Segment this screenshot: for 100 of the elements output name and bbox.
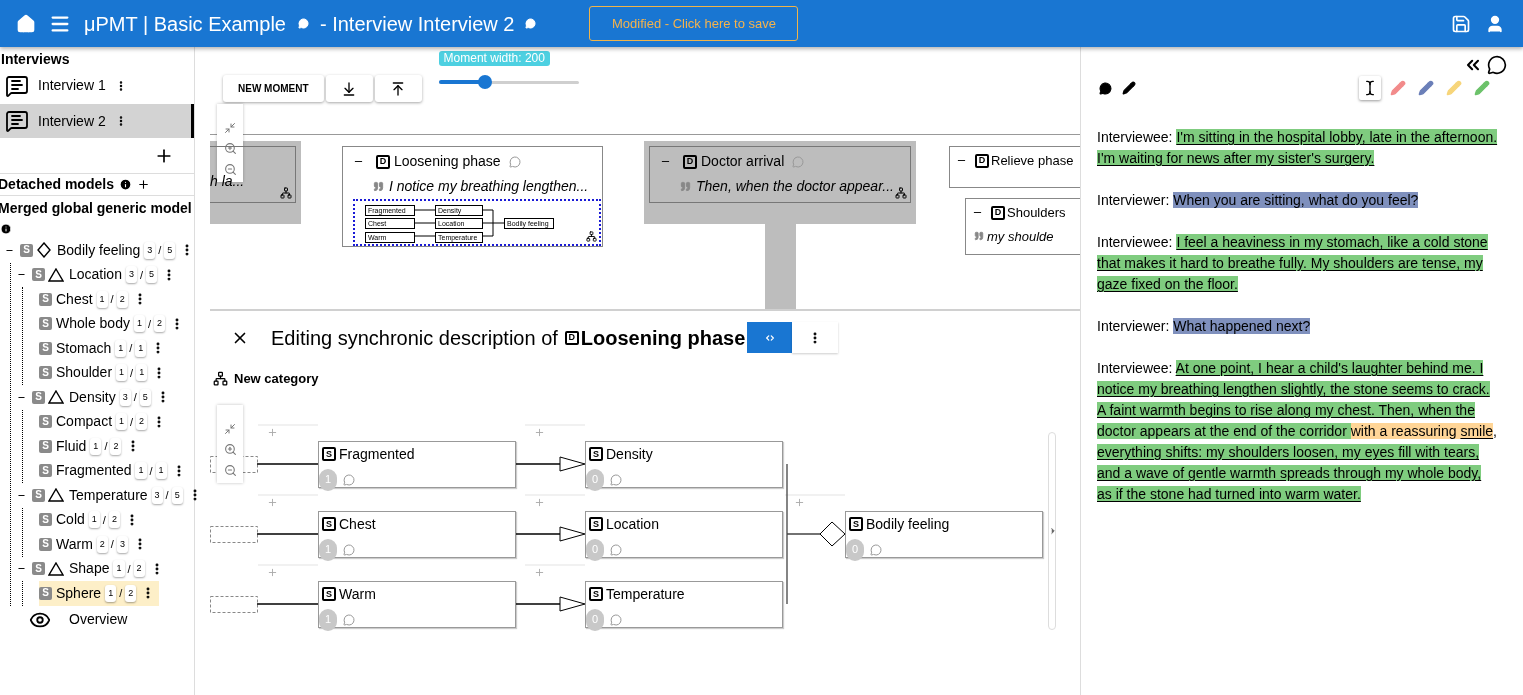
type-badge: S: [32, 562, 45, 576]
moment-quote: Then, when the doctor appear...: [696, 177, 894, 196]
tree-item[interactable]: S Whole body 1 / 2: [39, 311, 189, 336]
slider-thumb[interactable]: [477, 75, 492, 89]
type-badge: S: [20, 243, 33, 257]
hierarchy-icon[interactable]: [586, 231, 597, 242]
info-icon[interactable]: [0, 223, 12, 235]
tree-item[interactable]: S Fragmented 1 / 1: [39, 458, 190, 483]
zoom-out-icon[interactable]: [223, 163, 237, 176]
count-separator: /: [102, 512, 106, 528]
count-badge: 1: [133, 315, 145, 333]
count-separator: /: [130, 414, 134, 430]
hierarchy-icon[interactable]: [895, 187, 907, 199]
overview-link[interactable]: Overview: [0, 608, 194, 631]
count-badge: 1: [135, 462, 147, 480]
tree-label: Whole body: [56, 314, 130, 334]
tree-item[interactable]: S Temperature 3 / 5: [17, 483, 206, 508]
count-separator: /: [104, 439, 108, 454]
type-badge: S: [39, 586, 52, 600]
count-badge: 1: [116, 413, 128, 431]
tree-item[interactable]: S Fluid 1 / 2: [39, 434, 145, 459]
tree-item[interactable]: S Density 3 / 5: [17, 385, 174, 410]
tree-item[interactable]: S Shoulder 1 / 1: [39, 360, 171, 385]
comment-icon[interactable]: [1099, 81, 1112, 95]
app-title: μPMT | Basic Example: [84, 11, 286, 37]
count-badge: 2: [125, 584, 137, 602]
new-category-button[interactable]: New category: [213, 369, 319, 389]
text-cursor-tool[interactable]: [1359, 76, 1381, 100]
tree-label: Stomach: [56, 338, 112, 358]
count-badge: 1: [135, 339, 147, 357]
hierarchy-icon[interactable]: [280, 187, 292, 199]
count-separator: /: [158, 243, 162, 258]
chat-icon: [5, 73, 29, 98]
quote-icon: [373, 181, 384, 192]
edit-icon[interactable]: [1122, 81, 1136, 95]
count-badge: 3: [125, 266, 137, 284]
count-separator: /: [139, 267, 143, 283]
count-badge: 5: [164, 241, 176, 259]
fit-icon[interactable]: [224, 122, 236, 134]
tree-label: Bodily feeling: [57, 240, 141, 260]
moment-badge: D: [376, 154, 390, 169]
fit-icon[interactable]: [224, 422, 236, 435]
expand-icon[interactable]: [1048, 525, 1058, 536]
interview-item[interactable]: Interview 1: [0, 69, 194, 102]
count-badge: 2: [116, 290, 128, 308]
tree-label: Temperature: [69, 485, 148, 505]
type-badge: S: [39, 537, 52, 551]
zoom-out-icon[interactable]: [223, 463, 237, 477]
moment-card[interactable]: D Doctor arrival Then, when the doctor appear...: [649, 146, 911, 203]
transcript-paragraph: Interviewee: I'm sitting in the hospital lobby, late in the afternoon. I'm waiting for news after my sister's surgery.: [1097, 128, 1499, 168]
specialization-arrow: [515, 456, 586, 471]
interview-item[interactable]: Interview 2: [0, 104, 194, 138]
user-icon[interactable]: [1485, 13, 1505, 34]
moment-title: Relieve phase: [991, 152, 1074, 170]
count-separator: /: [110, 537, 114, 552]
collapse-all-button[interactable]: [325, 75, 373, 102]
resize-button[interactable]: [747, 322, 793, 353]
comment-icon[interactable]: [1487, 55, 1507, 75]
tree-label: Cold: [56, 510, 85, 530]
count-badge: 5: [171, 486, 183, 504]
moment-quote: my shoulde: [987, 227, 1054, 246]
count-separator: /: [110, 292, 114, 307]
moment-title: Doctor arrival: [701, 152, 785, 171]
resize-icon: [764, 332, 775, 343]
tree-label: Fragmented: [56, 461, 132, 481]
tree-item[interactable]: S Shape 1 / 2: [17, 556, 168, 581]
new-moment-button[interactable]: NEW MOMENT: [223, 75, 324, 102]
moment-badge: D: [564, 330, 579, 345]
count-badge: 1: [136, 364, 148, 382]
diamond-icon: [37, 242, 51, 259]
tree-label: Chest: [56, 289, 93, 309]
type-badge: S: [39, 513, 52, 527]
count-badge: 5: [139, 388, 151, 406]
tree-item[interactable]: S Warm 2 / 3: [39, 532, 151, 557]
moment-card[interactable]: h la...: [210, 146, 296, 203]
add-icon[interactable]: [136, 178, 150, 191]
tree-label: Compact: [56, 412, 113, 432]
moment-quote: h la...: [210, 172, 245, 191]
tree-item[interactable]: S Stomach 1 / 1: [39, 336, 170, 361]
count-separator: /: [127, 561, 131, 577]
type-badge: S: [322, 587, 336, 601]
slider-label: Moment width: 200: [438, 51, 550, 66]
width-slider[interactable]: [438, 75, 579, 89]
moment-quote: I notice my breathing lengthen...: [389, 177, 589, 196]
home-icon[interactable]: [16, 13, 36, 34]
tree-item[interactable]: S Sphere 1 / 2: [39, 581, 160, 606]
tree-item[interactable]: S Compact 1 / 2: [39, 409, 171, 434]
count-badge: 1: [88, 511, 100, 529]
expand-all-button[interactable]: [374, 75, 422, 102]
tree-item[interactable]: S Chest 1 / 2: [39, 287, 151, 312]
type-badge: S: [39, 341, 52, 355]
type-badge: S: [589, 447, 603, 461]
tree-item[interactable]: S Location 3 / 5: [17, 262, 181, 287]
count-separator: /: [165, 488, 169, 503]
tree-item[interactable]: S Bodily feeling 3 / 5: [5, 238, 199, 263]
info-icon[interactable]: [118, 178, 132, 191]
zoom-in-icon[interactable]: [223, 442, 237, 456]
zoom-in-icon[interactable]: [223, 142, 237, 155]
tree-item[interactable]: S Cold 1 / 2: [39, 507, 143, 532]
save-icon[interactable]: [1451, 13, 1471, 34]
